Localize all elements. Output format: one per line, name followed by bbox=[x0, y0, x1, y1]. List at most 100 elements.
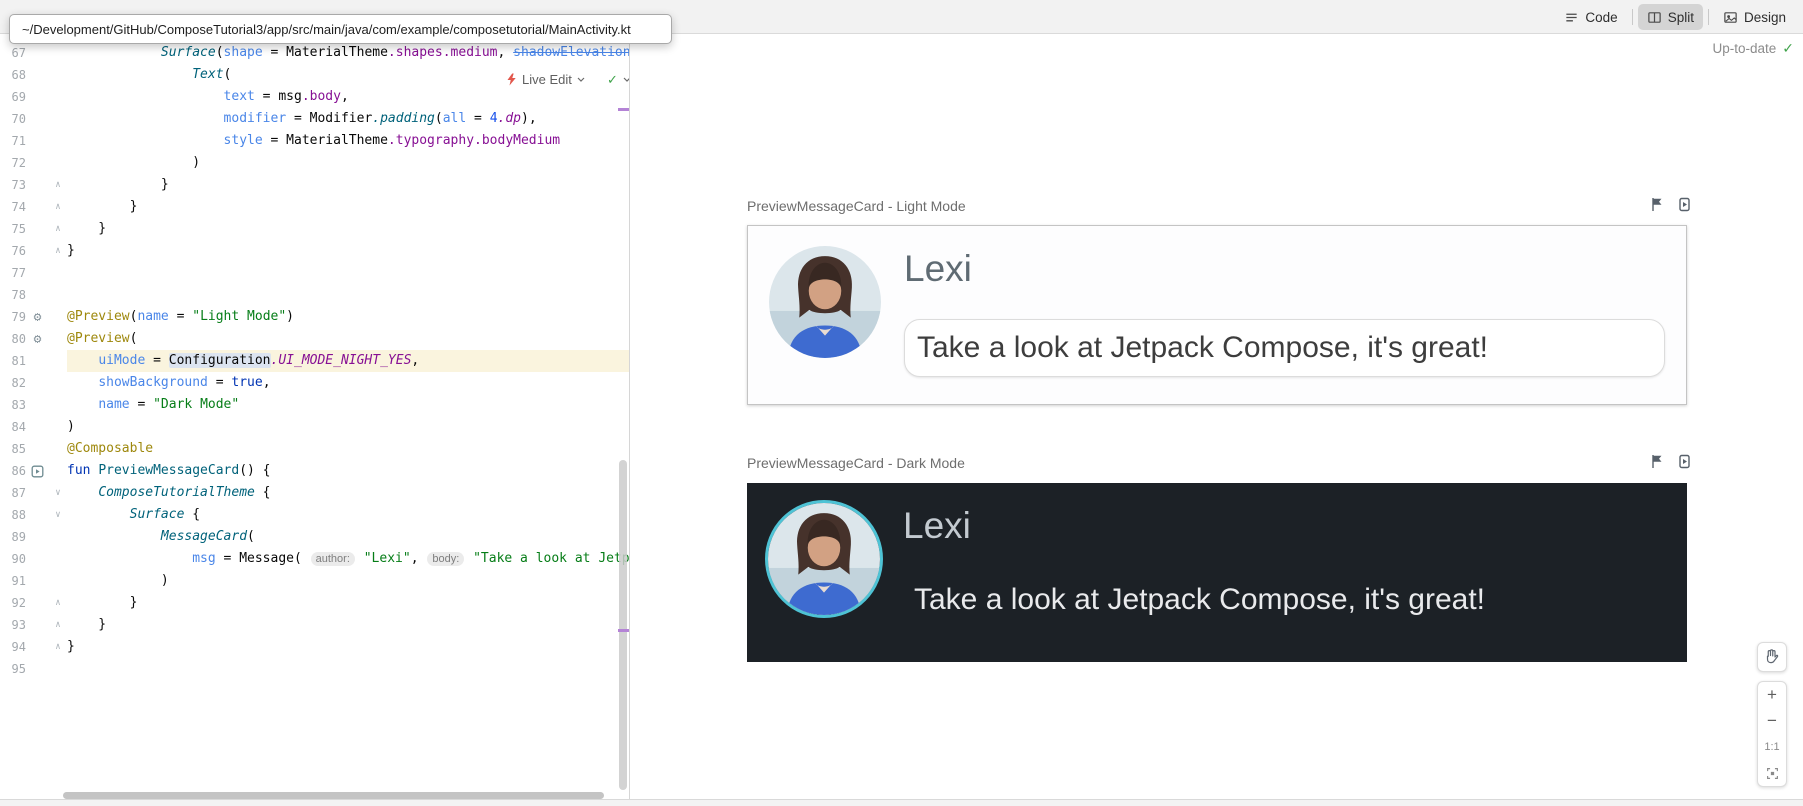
run-on-device-icon[interactable] bbox=[1676, 196, 1693, 213]
run-preview-gutter-icon[interactable] bbox=[31, 465, 44, 478]
fold-marker[interactable]: ∨ bbox=[49, 504, 67, 526]
code-line[interactable]: 77 bbox=[0, 262, 629, 284]
code-area[interactable]: 67 Surface(shape = MaterialTheme.shapes.… bbox=[0, 42, 629, 680]
code-text[interactable]: } bbox=[67, 636, 629, 658]
code-line[interactable]: 91 ) bbox=[0, 570, 629, 592]
code-line[interactable]: 86fun PreviewMessageCard() { bbox=[0, 460, 629, 482]
sync-status: Up-to-date ✓ bbox=[1712, 40, 1794, 57]
code-text[interactable]: ) bbox=[67, 416, 629, 438]
code-text[interactable]: @Composable bbox=[67, 438, 629, 460]
code-text[interactable]: name = "Dark Mode" bbox=[67, 394, 629, 416]
code-line[interactable]: 72 ) bbox=[0, 152, 629, 174]
run-on-device-icon[interactable] bbox=[1676, 453, 1693, 470]
code-line[interactable]: 83 name = "Dark Mode" bbox=[0, 394, 629, 416]
line-number: 69 bbox=[0, 86, 26, 108]
code-line[interactable]: 90 msg = Message( author: "Lexi", body: … bbox=[0, 548, 629, 570]
code-line[interactable]: 82 showBackground = true, bbox=[0, 372, 629, 394]
fold-marker[interactable]: ∧ bbox=[49, 636, 67, 658]
code-text[interactable]: modifier = Modifier.padding(all = 4.dp), bbox=[67, 108, 629, 130]
line-number: 76 bbox=[0, 240, 26, 262]
code-text[interactable]: ) bbox=[67, 570, 629, 592]
fold-marker[interactable]: ∧ bbox=[49, 614, 67, 636]
code-text[interactable]: Surface(shape = MaterialTheme.shapes.med… bbox=[67, 42, 629, 64]
fold-marker[interactable]: ∨ bbox=[49, 482, 67, 504]
live-edit-label: Live Edit bbox=[522, 72, 572, 87]
code-line[interactable]: 95 bbox=[0, 658, 629, 680]
code-text[interactable]: @Preview( bbox=[67, 328, 629, 350]
code-line[interactable]: 79⚙@Preview(name = "Light Mode") bbox=[0, 306, 629, 328]
editor-pane[interactable]: 67 Surface(shape = MaterialTheme.shapes.… bbox=[0, 34, 629, 799]
gutter: 92∧ bbox=[0, 592, 67, 614]
avatar-photo bbox=[769, 246, 881, 358]
code-text[interactable]: ) bbox=[67, 152, 629, 174]
code-line[interactable]: 87 ∨ ComposeTutorialTheme { bbox=[0, 482, 629, 504]
fold-marker[interactable]: ∧ bbox=[49, 218, 67, 240]
code-line[interactable]: 89 MessageCard( bbox=[0, 526, 629, 548]
code-text[interactable]: ComposeTutorialTheme { bbox=[67, 482, 629, 504]
editor-horizontal-scrollbar[interactable] bbox=[63, 792, 604, 799]
code-line[interactable]: 70 modifier = Modifier.padding(all = 4.d… bbox=[0, 108, 629, 130]
code-text[interactable]: style = MaterialTheme.typography.bodyMed… bbox=[67, 130, 629, 152]
code-line[interactable]: 88∨ Surface { bbox=[0, 504, 629, 526]
mode-split-button[interactable]: Split bbox=[1638, 4, 1703, 30]
code-text[interactable]: } bbox=[67, 174, 629, 196]
fold-marker[interactable]: ∧ bbox=[49, 592, 67, 614]
code-line[interactable]: 81 uiMode = Configuration.UI_MODE_NIGHT_… bbox=[0, 350, 629, 372]
mode-split-label: Split bbox=[1668, 10, 1694, 25]
code-text[interactable]: Surface { bbox=[67, 504, 629, 526]
zoom-to-fit-button[interactable] bbox=[1758, 760, 1786, 786]
pan-button[interactable] bbox=[1757, 642, 1787, 672]
line-number: 90 bbox=[0, 548, 26, 570]
code-text[interactable] bbox=[67, 284, 629, 306]
line-number: 87 bbox=[0, 482, 26, 504]
preview-settings-gutter-icon[interactable]: ⚙ bbox=[34, 333, 42, 346]
code-text[interactable]: } bbox=[67, 240, 629, 262]
gutter: 68 bbox=[0, 64, 67, 86]
interactive-mode-icon[interactable] bbox=[1649, 196, 1666, 213]
preview-settings-gutter-icon[interactable]: ⚙ bbox=[34, 311, 42, 324]
code-text[interactable]: } bbox=[67, 592, 629, 614]
fold-marker[interactable]: ∧ bbox=[49, 240, 67, 262]
code-text[interactable]: fun PreviewMessageCard() { bbox=[67, 460, 629, 482]
code-line[interactable]: 85@Composable bbox=[0, 438, 629, 460]
fold-marker[interactable]: ∧ bbox=[49, 174, 67, 196]
code-text[interactable]: MessageCard( bbox=[67, 526, 629, 548]
pan-hand-icon bbox=[1763, 648, 1781, 666]
code-line[interactable]: 74∧ } bbox=[0, 196, 629, 218]
zoom-actual-size-button[interactable]: 1:1 bbox=[1758, 734, 1786, 760]
code-line[interactable]: 80⚙@Preview( bbox=[0, 328, 629, 350]
code-text[interactable]: uiMode = Configuration.UI_MODE_NIGHT_YES… bbox=[67, 350, 629, 372]
zoom-in-button[interactable]: + bbox=[1758, 682, 1786, 708]
editor-vertical-scrollbar[interactable] bbox=[619, 460, 627, 790]
code-text[interactable]: showBackground = true, bbox=[67, 372, 629, 394]
zoom-out-button[interactable]: − bbox=[1758, 708, 1786, 734]
mode-design-button[interactable]: Design bbox=[1714, 4, 1795, 30]
code-line[interactable]: 76 ∧} bbox=[0, 240, 629, 262]
code-text[interactable]: } bbox=[67, 614, 629, 636]
code-line[interactable]: 75∧ } bbox=[0, 218, 629, 240]
interactive-mode-icon[interactable] bbox=[1649, 453, 1666, 470]
code-text[interactable] bbox=[67, 658, 629, 680]
code-text[interactable]: } bbox=[67, 218, 629, 240]
gutter: 70 bbox=[0, 108, 67, 130]
live-edit-control[interactable]: Live Edit bbox=[500, 69, 591, 90]
code-line[interactable]: 67 Surface(shape = MaterialTheme.shapes.… bbox=[0, 42, 629, 64]
code-line[interactable]: 73∧ } bbox=[0, 174, 629, 196]
code-text[interactable]: } bbox=[67, 196, 629, 218]
code-line[interactable]: 94∧} bbox=[0, 636, 629, 658]
code-line[interactable]: 93∧ } bbox=[0, 614, 629, 636]
build-status-control[interactable]: ✓ bbox=[601, 69, 629, 90]
code-line[interactable]: 84) bbox=[0, 416, 629, 438]
code-text[interactable] bbox=[67, 262, 629, 284]
gutter: 85 bbox=[0, 438, 67, 460]
code-line[interactable]: 78 bbox=[0, 284, 629, 306]
mode-code-button[interactable]: Code bbox=[1555, 4, 1626, 30]
gutter: 93∧ bbox=[0, 614, 67, 636]
preview-card-light[interactable]: Lexi Take a look at Jetpack Compose, it'… bbox=[747, 225, 1687, 405]
code-text[interactable]: @Preview(name = "Light Mode") bbox=[67, 306, 629, 328]
fold-marker[interactable]: ∧ bbox=[49, 196, 67, 218]
code-line[interactable]: 71 style = MaterialTheme.typography.body… bbox=[0, 130, 629, 152]
code-line[interactable]: 92∧ } bbox=[0, 592, 629, 614]
preview-card-dark[interactable]: Lexi Take a look at Jetpack Compose, it'… bbox=[747, 483, 1687, 662]
code-text[interactable]: msg = Message( author: "Lexi", body: "Ta… bbox=[67, 548, 629, 570]
